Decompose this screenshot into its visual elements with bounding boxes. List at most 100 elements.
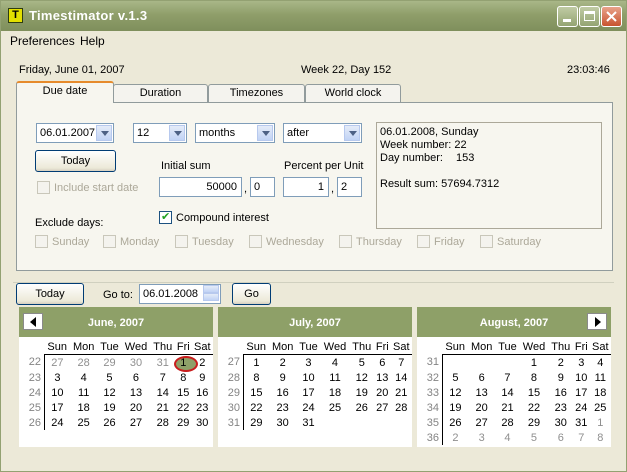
spin-down-icon[interactable] <box>203 293 219 301</box>
compound-interest-checkbox[interactable] <box>159 210 172 224</box>
calendar-day[interactable]: 20 <box>374 385 391 400</box>
calendar-day[interactable]: 31 <box>573 415 590 430</box>
calendar-day[interactable]: 27 <box>121 415 150 430</box>
calendar-day[interactable]: 18 <box>70 400 98 415</box>
calendar-day[interactable]: 30 <box>121 355 150 371</box>
calendar-day[interactable]: 1 <box>519 355 548 371</box>
calendar-day[interactable]: 27 <box>45 355 70 371</box>
calendar-day[interactable]: 4 <box>70 370 98 385</box>
calendar-day[interactable]: 15 <box>244 385 269 400</box>
calendar-day[interactable]: 6 <box>374 355 391 371</box>
calendar-day[interactable]: 30 <box>548 415 573 430</box>
calendar-day[interactable]: 5 <box>349 355 374 371</box>
calendar-day[interactable]: 20 <box>468 400 496 415</box>
calendar-day[interactable]: 5 <box>519 430 548 445</box>
calendar-day[interactable]: 25 <box>70 415 98 430</box>
calendar-day[interactable]: 30 <box>192 415 213 430</box>
percent-frac-field[interactable]: 2 <box>337 177 362 197</box>
calendar-day[interactable]: 12 <box>349 370 374 385</box>
calendar-day[interactable]: 12 <box>98 385 122 400</box>
calendar-day[interactable]: 10 <box>573 370 590 385</box>
calendar-day[interactable]: 4 <box>496 430 520 445</box>
menu-preferences[interactable]: Preferences <box>10 34 75 48</box>
calendar-day[interactable]: 4 <box>320 355 349 371</box>
tab-due-date[interactable]: Due date <box>16 81 114 103</box>
calendar-day[interactable]: 13 <box>468 385 496 400</box>
prev-month-button[interactable] <box>23 313 43 330</box>
calendar-day[interactable]: 26 <box>443 415 468 430</box>
chevron-down-icon[interactable] <box>96 125 112 141</box>
minimize-button[interactable] <box>557 6 578 27</box>
calendar-day[interactable]: 21 <box>150 400 175 415</box>
include-start-checkbox[interactable] <box>37 181 50 194</box>
calendar-day[interactable]: 21 <box>496 400 520 415</box>
calendar-day[interactable]: 8 <box>590 430 611 445</box>
menu-help[interactable]: Help <box>80 34 105 48</box>
tab-world-clock[interactable]: World clock <box>305 84 401 102</box>
calendar-day[interactable]: 28 <box>70 355 98 371</box>
calendar-day[interactable]: 19 <box>443 400 468 415</box>
calendar-day[interactable]: 24 <box>573 400 590 415</box>
exclude-friday-checkbox[interactable] <box>417 235 430 248</box>
tab-duration[interactable]: Duration <box>113 84 208 102</box>
calendar-day[interactable]: 6 <box>548 430 573 445</box>
calendar-day[interactable]: 27 <box>468 415 496 430</box>
close-button[interactable] <box>601 6 622 27</box>
calendar-today-button[interactable]: Today <box>16 283 84 305</box>
calendar-day[interactable]: 31 <box>297 415 321 430</box>
calendar-day[interactable]: 29 <box>519 415 548 430</box>
calendar-day[interactable]: 13 <box>374 370 391 385</box>
calendar-day[interactable]: 14 <box>391 370 412 385</box>
calendar-day[interactable]: 8 <box>244 370 269 385</box>
calendar-day[interactable]: 14 <box>150 385 175 400</box>
calendar-day[interactable]: 16 <box>192 385 213 400</box>
calendar-day[interactable]: 7 <box>150 370 175 385</box>
calendar-day[interactable]: 21 <box>391 385 412 400</box>
calendar-day[interactable]: 1 <box>174 355 199 372</box>
calendar-day[interactable]: 5 <box>443 370 468 385</box>
exclude-saturday-checkbox[interactable] <box>480 235 493 248</box>
percent-int-field[interactable]: 1 <box>283 177 329 197</box>
calendar-day[interactable]: 26 <box>98 415 122 430</box>
calendar-day[interactable]: 3 <box>573 355 590 371</box>
calendar-day[interactable]: 2 <box>269 355 297 371</box>
chevron-down-icon[interactable] <box>169 125 185 141</box>
calendar-day[interactable]: 7 <box>391 355 412 371</box>
calendar-day[interactable]: 11 <box>590 370 611 385</box>
calendar-day[interactable]: 18 <box>320 385 349 400</box>
calendar-day[interactable]: 9 <box>548 370 573 385</box>
calendar-day[interactable]: 15 <box>519 385 548 400</box>
calendar-day[interactable]: 15 <box>175 385 192 400</box>
calendar-day[interactable]: 22 <box>244 400 269 415</box>
calendar-day[interactable]: 19 <box>98 400 122 415</box>
calendar-day[interactable]: 23 <box>548 400 573 415</box>
calendar-day[interactable]: 6 <box>121 370 150 385</box>
calendar-day[interactable]: 9 <box>192 370 213 385</box>
direction-select[interactable]: after <box>283 123 362 143</box>
calendar-day[interactable]: 28 <box>496 415 520 430</box>
spin-up-icon[interactable] <box>203 285 219 293</box>
calendar-day[interactable]: 8 <box>175 370 192 385</box>
calendar-day[interactable]: 3 <box>45 370 70 385</box>
next-month-button[interactable] <box>587 313 607 330</box>
initial-sum-frac-field[interactable]: 0 <box>250 177 275 197</box>
amount-select[interactable]: 12 <box>133 123 187 143</box>
calendar-day[interactable]: 20 <box>121 400 150 415</box>
calendar-day[interactable]: 28 <box>150 415 175 430</box>
exclude-sunday-checkbox[interactable] <box>35 235 48 248</box>
calendar-day[interactable]: 9 <box>269 370 297 385</box>
calendar-day[interactable]: 7 <box>496 370 520 385</box>
start-date-select[interactable]: 06.01.2007 <box>36 123 114 143</box>
unit-select[interactable]: months <box>195 123 275 143</box>
calendar-day[interactable]: 12 <box>443 385 468 400</box>
date-spinner[interactable] <box>203 285 219 303</box>
calendar-day[interactable]: 7 <box>573 430 590 445</box>
calendar-day[interactable]: 10 <box>45 385 70 400</box>
maximize-button[interactable] <box>579 6 600 27</box>
chevron-down-icon[interactable] <box>344 125 360 141</box>
calendar-day[interactable]: 2 <box>548 355 573 371</box>
calendar-day[interactable]: 22 <box>519 400 548 415</box>
calendar-day[interactable]: 25 <box>590 400 611 415</box>
initial-sum-int-field[interactable]: 50000 <box>159 177 242 197</box>
calendar-day[interactable]: 6 <box>468 370 496 385</box>
